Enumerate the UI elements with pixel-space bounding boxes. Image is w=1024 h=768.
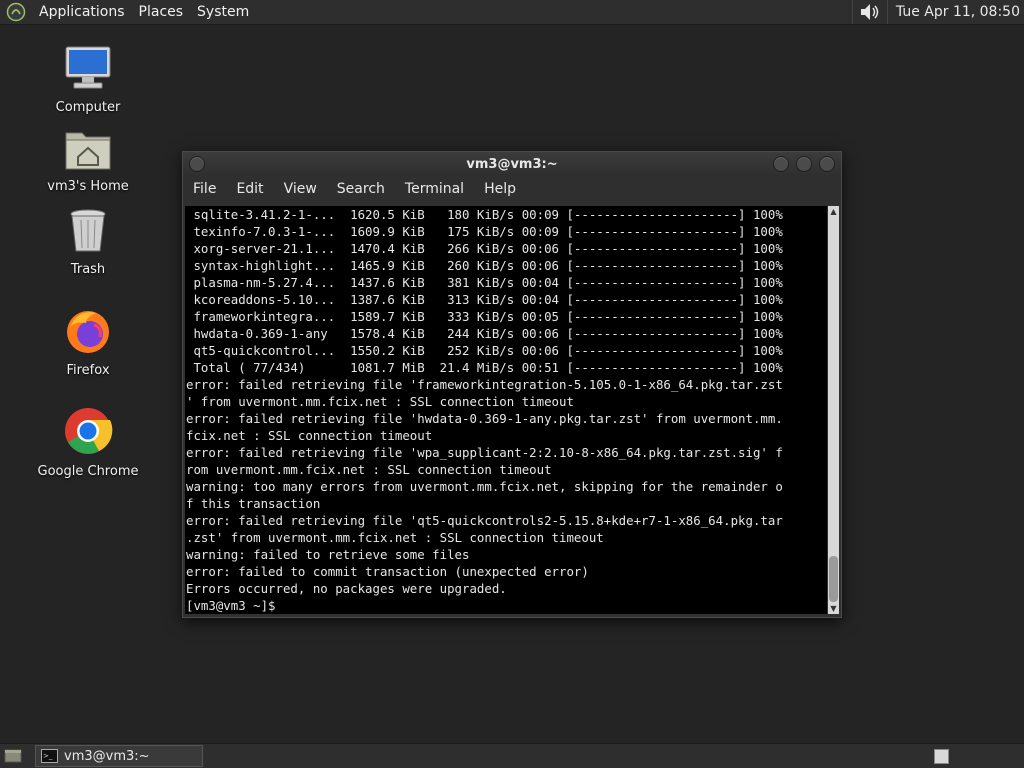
terminal-line: kcoreaddons-5.10... 1387.6 KiB 313 KiB/s… bbox=[186, 292, 783, 307]
terminal-scrollbar[interactable]: ▲ ▼ bbox=[828, 206, 839, 614]
menu-file[interactable]: File bbox=[183, 181, 226, 197]
terminal-line: Errors occurred, no packages were upgrad… bbox=[186, 581, 507, 596]
terminal-line: Total ( 77/434) 1081.7 MiB 21.4 MiB/s 00… bbox=[186, 360, 783, 375]
desktop-icon-computer[interactable]: Computer bbox=[33, 44, 143, 115]
chrome-icon bbox=[65, 408, 113, 454]
bottom-panel: >_ vm3@vm3:~ bbox=[0, 743, 1024, 768]
window-title: vm3@vm3:~ bbox=[466, 156, 558, 172]
places-menu[interactable]: Places bbox=[132, 4, 191, 20]
title-bar[interactable]: vm3@vm3:~ bbox=[183, 152, 841, 176]
trash-icon bbox=[70, 209, 106, 252]
terminal-line: plasma-nm-5.27.4... 1437.6 KiB 381 KiB/s… bbox=[186, 275, 783, 290]
desktop-icon-firefox[interactable]: Firefox bbox=[33, 307, 143, 378]
show-desktop-icon[interactable] bbox=[3, 746, 23, 766]
firefox-icon bbox=[67, 311, 109, 353]
desktop-icon-label: vm3's Home bbox=[47, 179, 129, 194]
desktop-icon-label: Trash bbox=[70, 262, 106, 277]
volume-icon[interactable] bbox=[857, 1, 883, 23]
terminal-line: hwdata-0.369-1-any 1578.4 KiB 244 KiB/s … bbox=[186, 326, 783, 341]
terminal-line: f this transaction bbox=[186, 496, 321, 511]
maximize-button[interactable] bbox=[796, 156, 812, 172]
terminal-line: error: failed retrieving file 'hwdata-0.… bbox=[186, 411, 783, 426]
terminal-line: frameworkintegra... 1589.7 KiB 333 KiB/s… bbox=[186, 309, 783, 324]
desktop-icon-trash[interactable]: Trash bbox=[33, 208, 143, 277]
system-menu[interactable]: System bbox=[190, 4, 256, 20]
terminal-line: texinfo-7.0.3-1-... 1609.9 KiB 175 KiB/s… bbox=[186, 224, 783, 239]
top-panel: Applications Places System Tue Apr 11, 0… bbox=[0, 0, 1024, 25]
computer-icon bbox=[65, 46, 111, 89]
taskbar-window-label: vm3@vm3:~ bbox=[64, 748, 150, 764]
terminal-icon: >_ bbox=[41, 749, 58, 763]
menu-edit[interactable]: Edit bbox=[226, 181, 273, 197]
home-folder-icon bbox=[65, 132, 111, 170]
clock[interactable]: Tue Apr 11, 08:50 bbox=[888, 4, 1024, 20]
desktop-icon-label: Firefox bbox=[66, 363, 110, 378]
terminal-line: error: failed retrieving file 'qt5-quick… bbox=[186, 513, 783, 528]
taskbar-window-button[interactable]: >_ vm3@vm3:~ bbox=[35, 745, 203, 767]
scroll-down-arrow-icon[interactable]: ▼ bbox=[828, 603, 839, 614]
terminal-line: warning: too many errors from uvermont.m… bbox=[186, 479, 783, 494]
terminal-menubar: File Edit View Search Terminal Help bbox=[183, 176, 841, 202]
terminal-line: error: failed to commit transaction (une… bbox=[186, 564, 589, 579]
terminal-line: warning: failed to retrieve some files bbox=[186, 547, 470, 562]
scroll-up-arrow-icon[interactable]: ▲ bbox=[828, 206, 839, 217]
panel-separator bbox=[851, 0, 853, 24]
terminal-text: sqlite-3.41.2-1-... 1620.5 KiB 180 KiB/s… bbox=[185, 206, 827, 614]
applications-menu[interactable]: Applications bbox=[32, 4, 132, 20]
close-button[interactable] bbox=[819, 156, 835, 172]
terminal-line: xorg-server-21.1... 1470.4 KiB 266 KiB/s… bbox=[186, 241, 783, 256]
terminal-line: error: failed retrieving file 'wpa_suppl… bbox=[186, 445, 783, 460]
menu-terminal[interactable]: Terminal bbox=[395, 181, 474, 197]
terminal-line: syntax-highlight... 1465.9 KiB 260 KiB/s… bbox=[186, 258, 783, 273]
scrollbar-thumb[interactable] bbox=[829, 556, 838, 602]
menu-help[interactable]: Help bbox=[474, 181, 526, 197]
terminal-line: .zst' from uvermont.mm.fcix.net : SSL co… bbox=[186, 530, 604, 545]
menu-search[interactable]: Search bbox=[327, 181, 395, 197]
desktop-icon-chrome[interactable]: Google Chrome bbox=[33, 406, 143, 479]
terminal-line: sqlite-3.41.2-1-... 1620.5 KiB 180 KiB/s… bbox=[186, 207, 783, 222]
terminal-line: error: failed retrieving file 'framework… bbox=[186, 377, 783, 392]
desktop-icon-label: Google Chrome bbox=[37, 464, 139, 479]
terminal-window[interactable]: vm3@vm3:~ File Edit View Search Terminal… bbox=[182, 151, 842, 618]
minimize-button[interactable] bbox=[773, 156, 789, 172]
desktop-icon-label: Computer bbox=[55, 100, 121, 115]
workspace-switcher[interactable] bbox=[934, 748, 949, 764]
desktop-icon-home[interactable]: vm3's Home bbox=[33, 127, 143, 194]
terminal-output[interactable]: sqlite-3.41.2-1-... 1620.5 KiB 180 KiB/s… bbox=[185, 206, 827, 614]
terminal-line: qt5-quickcontrol... 1550.2 KiB 252 KiB/s… bbox=[186, 343, 783, 358]
terminal-line: fcix.net : SSL connection timeout bbox=[186, 428, 433, 443]
terminal-line: rom uvermont.mm.fcix.net : SSL connectio… bbox=[186, 462, 552, 477]
terminal-line: [vm3@vm3 ~]$ bbox=[186, 598, 283, 613]
menu-view[interactable]: View bbox=[274, 181, 327, 197]
window-menu-button[interactable] bbox=[189, 156, 205, 172]
mate-logo-icon[interactable] bbox=[6, 2, 26, 22]
terminal-line: ' from uvermont.mm.fcix.net : SSL connec… bbox=[186, 394, 574, 409]
